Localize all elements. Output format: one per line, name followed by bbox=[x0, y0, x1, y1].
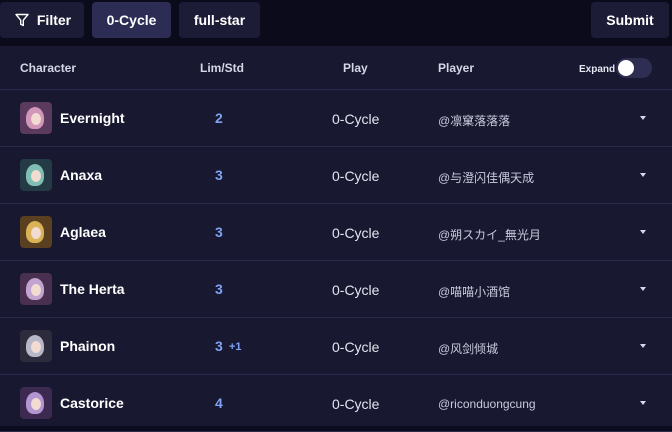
play-value: 0-Cycle bbox=[332, 339, 380, 355]
header-play[interactable]: Play bbox=[343, 61, 368, 75]
play-value: 0-Cycle bbox=[332, 168, 380, 184]
header-character[interactable]: Character bbox=[20, 61, 76, 75]
toolbar: Filter 0-Cycle full-star Submit bbox=[0, 0, 672, 46]
character-name: Phainon bbox=[60, 338, 116, 354]
full-star-filter-label: full-star bbox=[193, 12, 246, 28]
table-row[interactable]: Castorice 4 0-Cycle @riconduongcung bbox=[0, 375, 672, 432]
expand-toggle[interactable] bbox=[616, 58, 652, 78]
player-name: @riconduongcung bbox=[438, 397, 536, 411]
chevron-down-icon[interactable] bbox=[640, 344, 646, 348]
chevron-down-icon[interactable] bbox=[640, 401, 646, 405]
submit-label: Submit bbox=[606, 12, 654, 28]
table-header: Character Lim/Std Play Player Expand bbox=[0, 46, 672, 90]
avatar-face bbox=[31, 341, 41, 353]
funnel-icon bbox=[15, 13, 29, 27]
avatar-face bbox=[31, 284, 41, 296]
player-name: @凛窠落落落 bbox=[438, 114, 511, 128]
chevron-down-icon[interactable] bbox=[640, 116, 646, 120]
player-name: @风剑倾城 bbox=[438, 342, 499, 356]
toggle-knob bbox=[618, 60, 634, 76]
header-player[interactable]: Player bbox=[438, 61, 474, 75]
character-name: Castorice bbox=[60, 395, 124, 411]
filter-button[interactable]: Filter bbox=[0, 2, 84, 38]
player-name: @朔スカイ_無光月 bbox=[438, 228, 541, 242]
chevron-down-icon[interactable] bbox=[640, 287, 646, 291]
avatar-face bbox=[31, 170, 41, 182]
lim-std-value: 3 bbox=[215, 281, 223, 297]
lim-std-value: 4 bbox=[215, 395, 223, 411]
character-name: Evernight bbox=[60, 110, 125, 126]
avatar-face bbox=[31, 113, 41, 125]
table-row[interactable]: Evernight 2 0-Cycle @凛窠落落落 bbox=[0, 90, 672, 147]
avatar-face bbox=[31, 227, 41, 239]
full-star-filter-button[interactable]: full-star bbox=[179, 2, 260, 38]
table-row[interactable]: Anaxa 3 0-Cycle @与澄闪佳偶天成 bbox=[0, 147, 672, 204]
character-avatar bbox=[20, 216, 52, 248]
chevron-down-icon[interactable] bbox=[640, 173, 646, 177]
leaderboard-table: Character Lim/Std Play Player Expand Eve… bbox=[0, 46, 672, 432]
play-value: 0-Cycle bbox=[332, 111, 380, 127]
play-value: 0-Cycle bbox=[332, 282, 380, 298]
table-row[interactable]: The Herta 3 0-Cycle @喵喵小酒馆 bbox=[0, 261, 672, 318]
table-row[interactable]: Aglaea 3 0-Cycle @朔スカイ_無光月 bbox=[0, 204, 672, 261]
chevron-down-icon[interactable] bbox=[640, 230, 646, 234]
play-value: 0-Cycle bbox=[332, 225, 380, 241]
character-name: Aglaea bbox=[60, 224, 106, 240]
filter-label: Filter bbox=[36, 12, 72, 28]
cycle-filter-label: 0-Cycle bbox=[106, 12, 157, 28]
character-name: Anaxa bbox=[60, 167, 103, 183]
character-avatar bbox=[20, 273, 52, 305]
player-name: @喵喵小酒馆 bbox=[438, 285, 511, 299]
table-body: Evernight 2 0-Cycle @凛窠落落落 Anaxa 3 0-Cycle @与澄闪… bbox=[0, 90, 672, 432]
avatar-face bbox=[31, 398, 41, 410]
lim-std-value: 3 bbox=[215, 338, 223, 354]
header-lim-std[interactable]: Lim/Std bbox=[200, 61, 244, 75]
cycle-filter-button[interactable]: 0-Cycle bbox=[92, 2, 171, 38]
character-name: The Herta bbox=[60, 281, 125, 297]
character-avatar bbox=[20, 102, 52, 134]
lim-std-value: 2 bbox=[215, 110, 223, 126]
play-value: 0-Cycle bbox=[332, 396, 380, 412]
expand-label: Expand bbox=[579, 64, 616, 75]
lim-std-bonus: +1 bbox=[229, 341, 242, 353]
submit-button[interactable]: Submit bbox=[591, 2, 669, 38]
player-name: @与澄闪佳偶天成 bbox=[438, 171, 535, 185]
table-row[interactable]: Phainon 3 +1 0-Cycle @风剑倾城 bbox=[0, 318, 672, 375]
lim-std-value: 3 bbox=[215, 167, 223, 183]
character-avatar bbox=[20, 159, 52, 191]
character-avatar bbox=[20, 387, 52, 419]
lim-std-value: 3 bbox=[215, 224, 223, 240]
character-avatar bbox=[20, 330, 52, 362]
